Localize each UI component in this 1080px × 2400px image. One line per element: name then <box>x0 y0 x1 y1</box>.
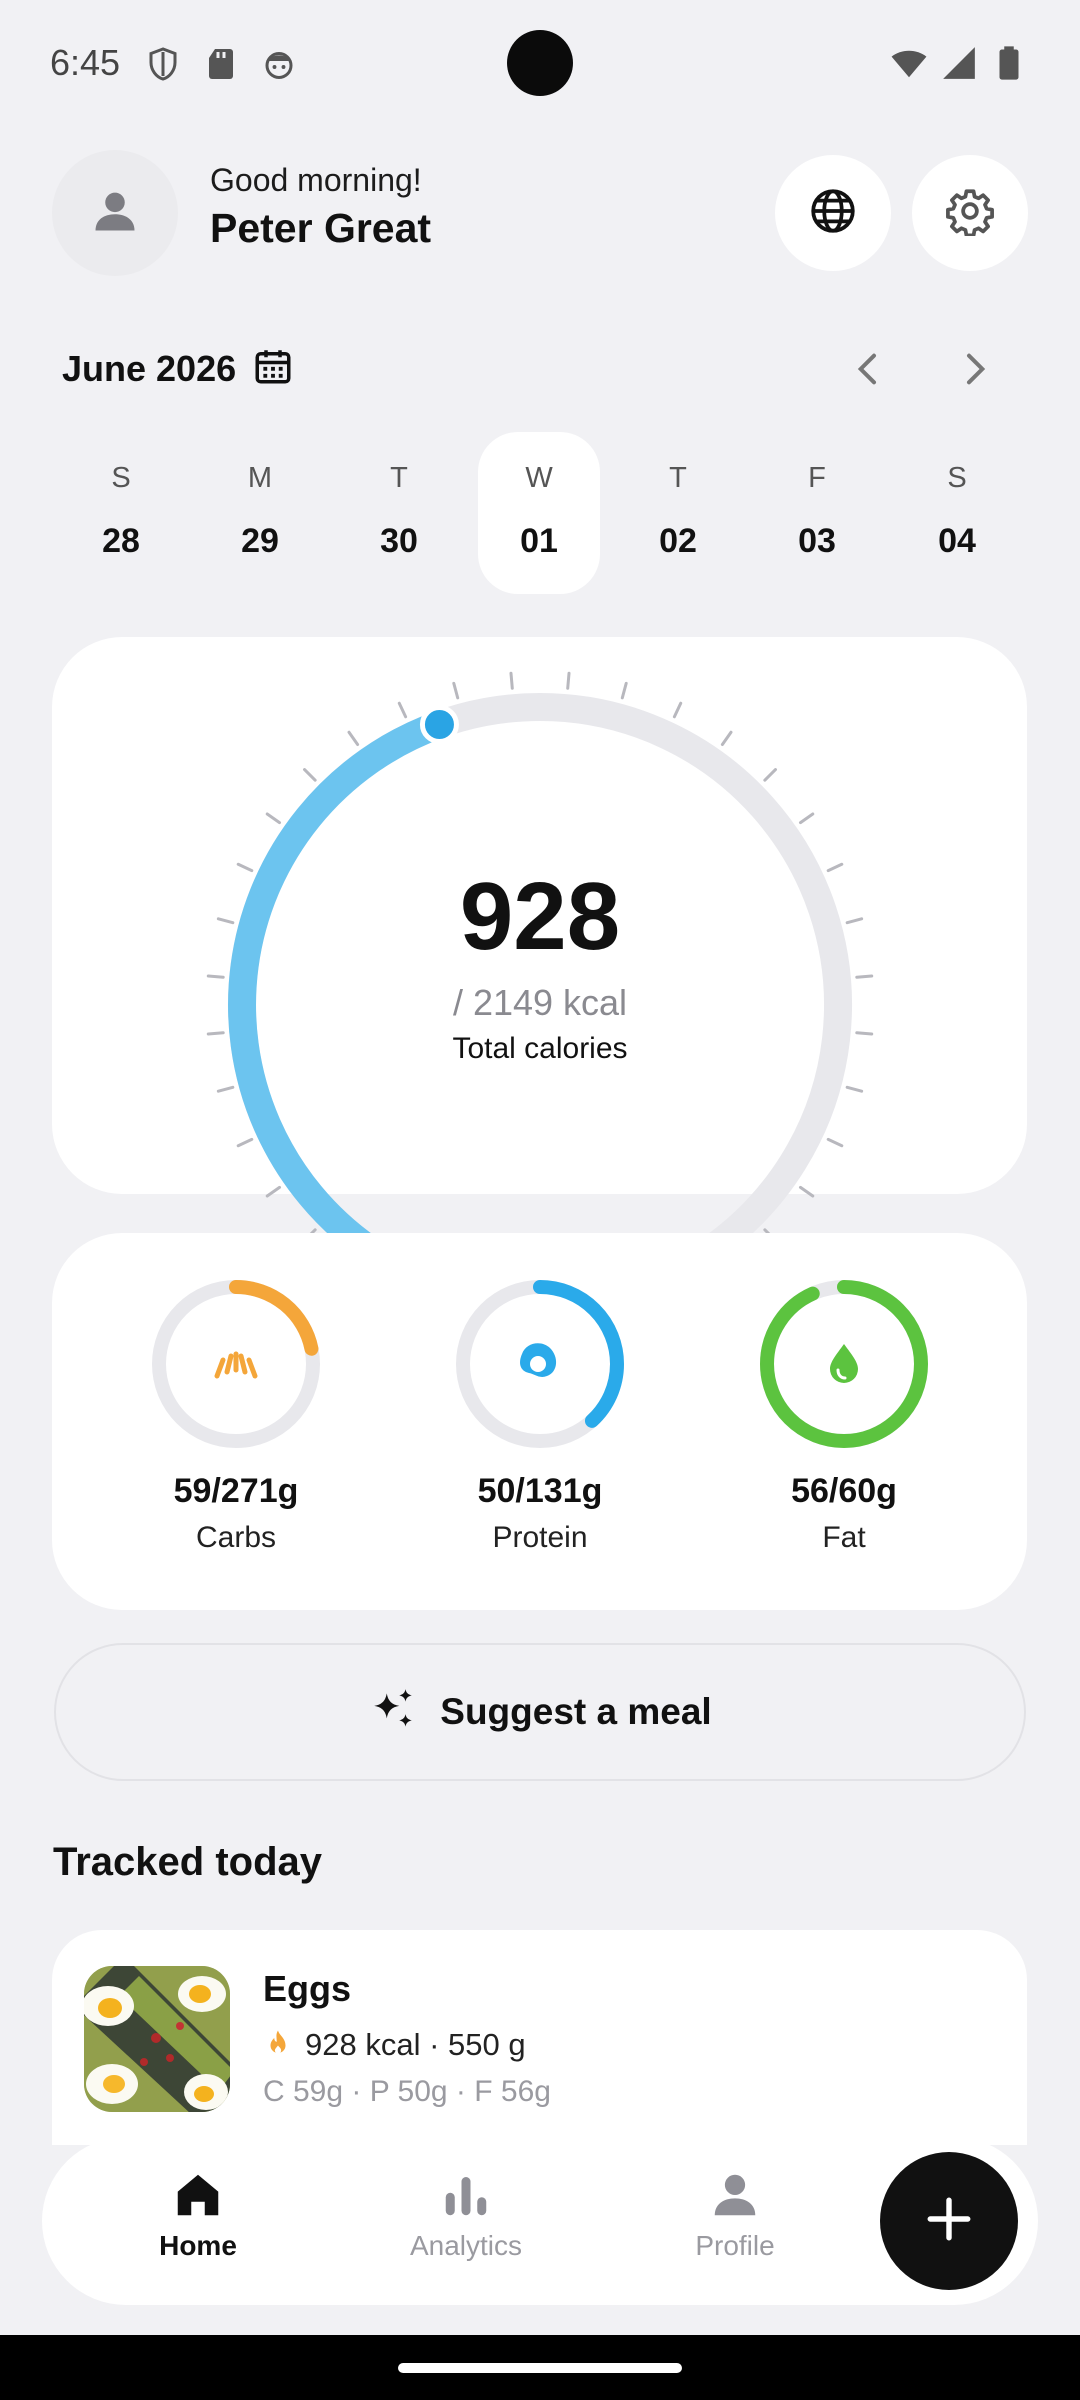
nav-home[interactable]: Home <box>98 2168 298 2262</box>
drop-icon <box>830 1344 858 1383</box>
day-number: 02 <box>659 522 697 560</box>
macro-protein: 50/131g Protein <box>420 1278 660 1555</box>
day-item[interactable]: F 03 <box>756 432 878 594</box>
tracked-today-title: Tracked today <box>53 1840 323 1884</box>
shield-icon <box>145 46 181 87</box>
day-number: 04 <box>938 522 976 560</box>
face-icon <box>261 46 297 87</box>
language-button[interactable] <box>775 155 891 271</box>
calories-label: Total calories <box>452 1032 628 1065</box>
month-selector[interactable]: June 2026 <box>62 345 294 392</box>
macro-carbs: 59/271g Carbs <box>116 1278 356 1555</box>
day-letter: M <box>247 462 273 494</box>
day-number: 30 <box>380 522 418 560</box>
day-letter: S <box>111 462 131 494</box>
flame-icon <box>263 2028 293 2063</box>
chevron-right-icon <box>954 349 994 394</box>
camera-cutout <box>507 30 573 96</box>
day-letter: T <box>669 462 687 494</box>
month-label: June 2026 <box>62 347 237 389</box>
nav-label: Profile <box>695 2230 775 2261</box>
day-number: 28 <box>102 522 140 560</box>
calories-consumed: 928 <box>459 863 621 970</box>
day-item[interactable]: T 30 <box>338 432 460 594</box>
suggest-meal-label: Suggest a meal <box>440 1691 712 1732</box>
avatar[interactable] <box>52 150 178 276</box>
meal-card[interactable]: Eggs 928 kcal · 550 g C 59g · P 50g · F … <box>52 1930 1027 2145</box>
macro-value: 56/60g <box>791 1472 897 1510</box>
nav-analytics[interactable]: Analytics <box>366 2168 566 2262</box>
status-bar: 6:45 <box>0 0 1080 130</box>
macro-value: 50/131g <box>477 1472 603 1510</box>
day-item[interactable]: S 28 <box>60 432 182 594</box>
protein-ring <box>456 1280 624 1448</box>
macro-value: 59/271g <box>173 1472 299 1510</box>
macro-name: Fat <box>822 1521 866 1554</box>
home-icon <box>98 2168 298 2222</box>
meal-calories-row: 928 kcal · 550 g <box>263 2027 526 2063</box>
day-item-selected[interactable]: W 01 <box>478 432 600 594</box>
person-icon <box>89 185 141 242</box>
day-item[interactable]: M 29 <box>199 432 321 594</box>
sd-card-icon <box>203 46 239 87</box>
day-number: 03 <box>798 522 836 560</box>
day-letter: F <box>808 462 826 494</box>
day-item[interactable]: S 04 <box>896 432 1018 594</box>
nav-profile[interactable]: Profile <box>635 2168 835 2262</box>
macro-fat: 56/60g Fat <box>724 1278 964 1555</box>
status-icons-right <box>890 44 1028 87</box>
user-name: Peter Great <box>210 205 432 251</box>
fat-ring <box>760 1280 928 1448</box>
calendar-icon <box>252 345 294 392</box>
wifi-icon <box>890 44 928 87</box>
nav-label: Home <box>159 2230 237 2261</box>
gear-icon <box>945 186 995 241</box>
status-icons-left <box>145 46 297 87</box>
calories-goal: / 2149 kcal <box>452 982 628 1023</box>
battery-icon <box>990 44 1028 87</box>
day-item[interactable]: T 02 <box>617 432 739 594</box>
meal-thumbnail <box>84 1966 230 2112</box>
croissant-icon <box>214 1351 258 1379</box>
person-icon <box>635 2168 835 2222</box>
day-number: 01 <box>520 522 558 560</box>
chevron-left-icon <box>849 349 889 394</box>
carbs-ring <box>152 1280 320 1448</box>
macro-name: Carbs <box>195 1521 277 1554</box>
day-strip: S 28 M 29 T 30 W 01 T 02 F 03 S 04 <box>60 432 1018 594</box>
nav-label: Analytics <box>409 2230 523 2261</box>
macro-name: Protein <box>492 1521 588 1554</box>
day-letter: S <box>947 462 967 494</box>
suggest-meal-button[interactable]: Suggest a meal <box>54 1643 1026 1781</box>
plus-icon <box>924 2194 974 2249</box>
globe-icon <box>808 186 858 241</box>
settings-button[interactable] <box>912 155 1028 271</box>
next-week-button[interactable] <box>948 345 1000 397</box>
screen: 6:45 Good morning! Peter Great June 2026… <box>0 0 1080 2400</box>
signal-icon <box>940 44 978 87</box>
day-letter: W <box>525 462 553 494</box>
meal-name: Eggs <box>263 1968 352 2009</box>
status-time: 6:45 <box>50 42 121 83</box>
day-letter: T <box>390 462 408 494</box>
egg-icon <box>520 1343 557 1377</box>
sparkles-icon <box>368 1685 418 1740</box>
bar-chart-icon <box>366 2168 566 2222</box>
greeting: Good morning! <box>210 162 422 198</box>
add-meal-button[interactable] <box>880 2152 1018 2290</box>
previous-week-button[interactable] <box>843 345 895 397</box>
home-indicator[interactable] <box>398 2363 682 2373</box>
meal-macros: C 59g · P 50g · F 56g <box>263 2075 551 2108</box>
meal-calories: 928 kcal · 550 g <box>305 2027 526 2062</box>
day-number: 29 <box>241 522 279 560</box>
